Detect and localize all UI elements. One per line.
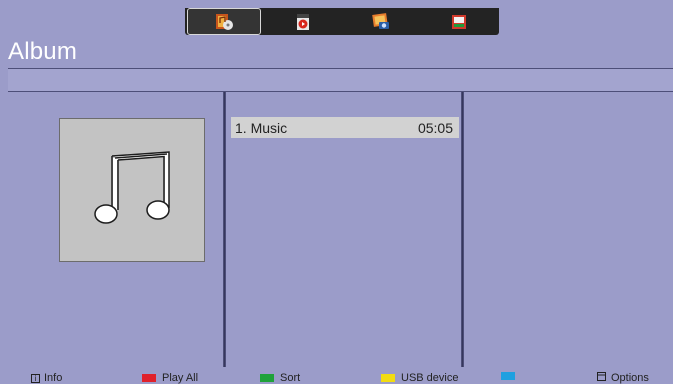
info-key-icon: i [31, 373, 40, 383]
blue-key-hint[interactable] [501, 372, 521, 380]
play-all-label: Play All [162, 372, 199, 384]
track-list-item[interactable]: 1. Music 05:05 [231, 117, 459, 138]
photo-icon [370, 12, 392, 32]
tab-video[interactable] [265, 8, 341, 35]
options-icon [597, 372, 606, 384]
column-divider-right [461, 92, 464, 367]
header-band [8, 69, 673, 91]
album-art [59, 118, 205, 262]
track-title: 1. Music [235, 119, 288, 136]
page-title: Album [8, 38, 78, 65]
column-divider-left [223, 92, 226, 367]
music-icon [213, 12, 235, 32]
tab-music[interactable] [187, 8, 261, 35]
usb-device-label: USB device [401, 372, 459, 384]
files-icon [448, 12, 470, 32]
play-all-hint[interactable]: Play All [142, 372, 198, 384]
sort-hint[interactable]: Sort [260, 372, 300, 384]
tab-photo[interactable] [343, 8, 419, 35]
content-divider [8, 91, 673, 92]
music-note-icon [91, 148, 173, 233]
blue-key-icon [501, 372, 515, 380]
media-type-tabs [185, 8, 499, 35]
usb-device-hint[interactable]: USB device [381, 372, 458, 384]
sort-label: Sort [280, 372, 301, 384]
key-hint-bar: i Info Play All Sort USB device Options [0, 367, 673, 384]
video-icon [292, 12, 314, 32]
info-hint[interactable]: i Info [31, 372, 62, 384]
track-duration: 05:05 [417, 119, 453, 136]
options-label: Options [611, 372, 649, 384]
info-label: Info [44, 372, 63, 384]
options-hint[interactable]: Options [597, 372, 649, 384]
tab-files[interactable] [421, 8, 497, 35]
